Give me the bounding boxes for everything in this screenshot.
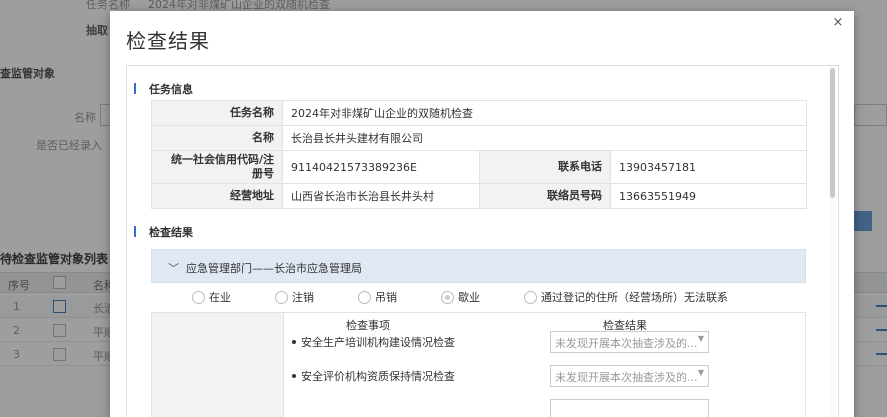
radio-label: 通过登记的住所（经营场所）无法联系 <box>541 291 728 304</box>
inspection-result-value: 未发现开展本次抽查涉及的... <box>555 337 698 350</box>
inspection-item: 安全生产培训机构建设情况检查 <box>292 334 455 350</box>
section-marker <box>134 226 136 237</box>
phone-label: 联系电话 <box>479 150 611 184</box>
inspection-items-table: 检查事项 检查结果 安全生产培训机构建设情况检查 未发现开展本次抽查涉及的...… <box>151 312 806 417</box>
radio-cancelled[interactable]: 注销 <box>275 289 314 305</box>
inspection-result-modal: 检查结果 × 任务信息 任务名称 2024年对非煤矿山企业的双随机检查 名称 长… <box>110 11 854 417</box>
radio-unreachable[interactable]: 通过登记的住所（经营场所）无法联系 <box>524 289 728 305</box>
bullet-icon <box>292 374 296 378</box>
phone-value: 13903457181 <box>609 150 808 184</box>
radio-circle <box>192 290 205 304</box>
inspection-items-label-cell <box>152 313 284 417</box>
liaison-value: 13663551949 <box>609 183 808 209</box>
address-value: 山西省长治市长治县长井头村 <box>282 183 480 209</box>
result-header: 检查结果 <box>134 224 193 240</box>
scrollbar-thumb[interactable] <box>830 68 835 198</box>
inspection-item: 安全评价机构资质保持情况检查 <box>292 368 455 384</box>
name-label: 名称 <box>151 125 283 151</box>
chevron-down-icon: ▼ <box>697 334 704 343</box>
credit-code-value: 91140421573389236E <box>282 150 480 184</box>
result-header-text: 检查结果 <box>149 226 193 239</box>
modal-title: 检查结果 <box>126 29 210 53</box>
task-info-table: 任务名称 2024年对非煤矿山企业的双随机检查 名称 长治县长井头建材有限公司 … <box>151 100 808 209</box>
task-name-value: 2024年对非煤矿山企业的双随机检查 <box>281 100 808 126</box>
radio-circle <box>275 290 288 304</box>
address-row: 经营地址 山西省长治市长治县长井头村 联络员号码 13663551949 <box>151 183 808 209</box>
chevron-down-icon: ▼ <box>697 368 704 377</box>
radio-in-business[interactable]: 在业 <box>192 289 231 305</box>
inspection-item-name: 安全评价机构资质保持情况检查 <box>301 370 455 383</box>
task-info-header: 任务信息 <box>134 81 193 97</box>
business-status-radio-group: 在业 注销 吊销 歇业 通过登记的住所（经营场所）无法联系 <box>151 287 806 309</box>
dept-title: 应急管理部门——长治市应急管理局 <box>186 262 362 275</box>
task-name-row: 任务名称 2024年对非煤矿山企业的双随机检查 <box>151 100 808 126</box>
col-item-header: 检查事项 <box>346 319 390 332</box>
inspection-result-value: 未发现开展本次抽查涉及的... <box>555 371 698 384</box>
task-name-label: 任务名称 <box>151 100 283 126</box>
address-label: 经营地址 <box>151 183 283 209</box>
radio-label: 在业 <box>209 291 231 304</box>
radio-label: 注销 <box>292 291 314 304</box>
close-icon[interactable]: × <box>831 16 845 30</box>
liaison-label: 联络员号码 <box>479 183 611 209</box>
radio-revoked[interactable]: 吊销 <box>358 289 397 305</box>
radio-label: 吊销 <box>375 291 397 304</box>
bullet-icon <box>292 340 296 344</box>
name-value: 长治县长井头建材有限公司 <box>281 125 808 151</box>
inspection-result-select[interactable] <box>550 399 709 417</box>
radio-circle <box>524 290 537 304</box>
radio-suspended[interactable]: 歇业 <box>441 289 480 305</box>
credit-code-row: 统一社会信用代码/注册号 91140421573389236E 联系电话 139… <box>151 150 808 184</box>
dept-collapse-header[interactable]: ﹀ 应急管理部门——长治市应急管理局 <box>151 249 806 283</box>
section-marker <box>134 83 136 94</box>
inspection-result-select[interactable]: 未发现开展本次抽查涉及的... ▼ <box>550 331 709 353</box>
radio-label: 歇业 <box>458 291 480 304</box>
modal-body: 任务信息 任务名称 2024年对非煤矿山企业的双随机检查 名称 长治县长井头建材… <box>126 65 839 417</box>
credit-code-label: 统一社会信用代码/注册号 <box>151 150 283 184</box>
task-info-header-text: 任务信息 <box>149 83 193 96</box>
chevron-down-icon: ﹀ <box>168 262 179 275</box>
radio-circle <box>358 290 371 304</box>
radio-circle-selected <box>441 290 454 304</box>
name-row: 名称 长治县长井头建材有限公司 <box>151 125 808 151</box>
inspection-item-name: 安全生产培训机构建设情况检查 <box>301 336 455 349</box>
inspection-result-select[interactable]: 未发现开展本次抽查涉及的... ▼ <box>550 365 709 387</box>
